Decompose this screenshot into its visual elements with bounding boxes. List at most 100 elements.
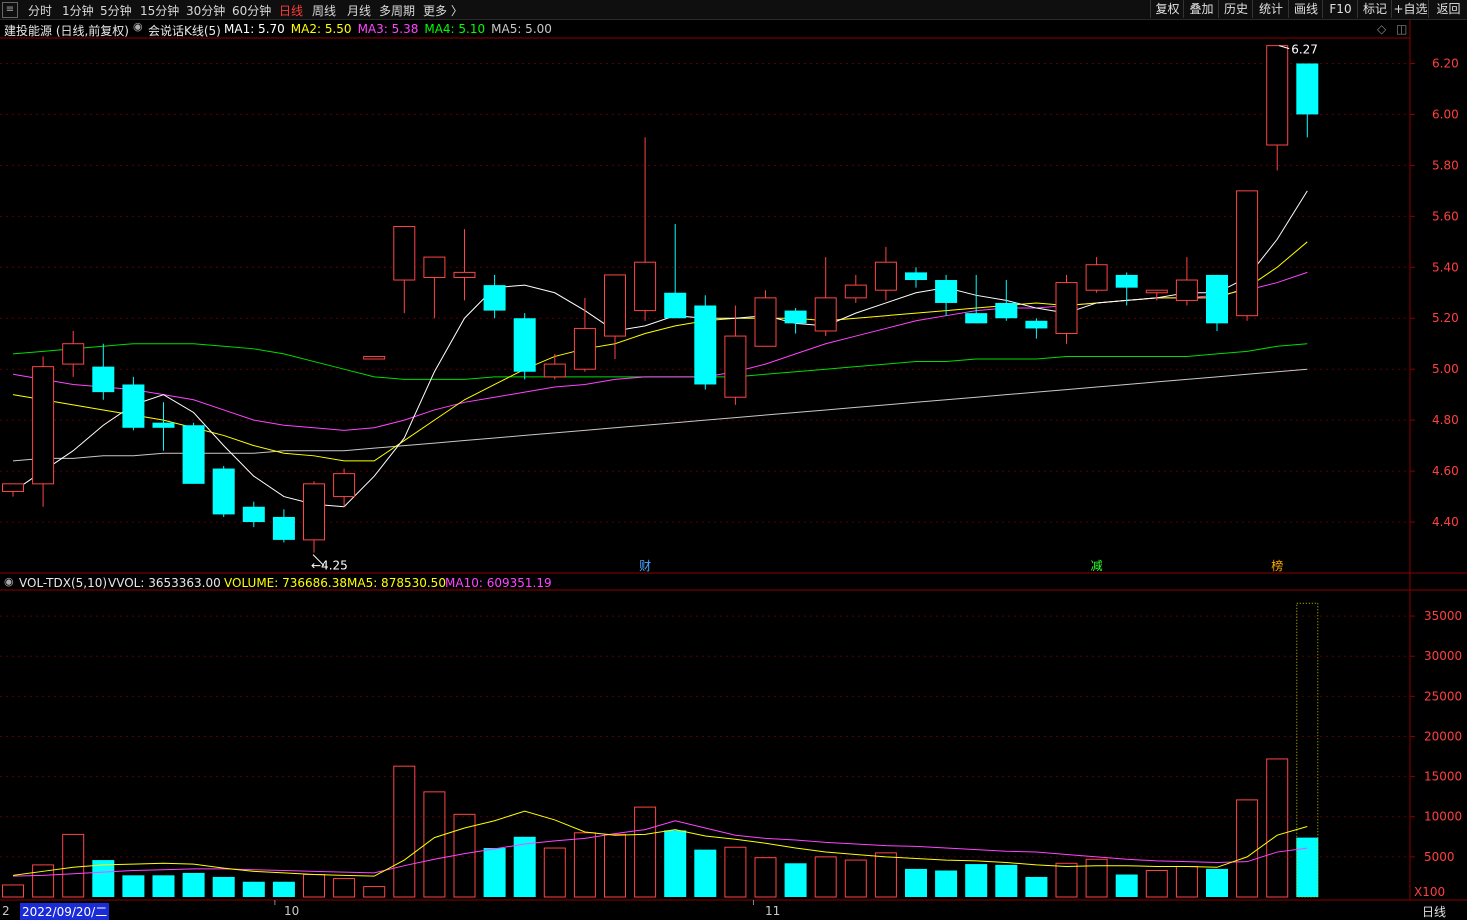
candle-body	[1145, 289, 1168, 294]
candle-body	[152, 422, 175, 428]
volume-bar	[844, 859, 867, 898]
price-tick-label-5: 5.20	[1432, 311, 1459, 325]
volume-bar	[1266, 758, 1289, 898]
price-tick-label-7: 4.80	[1432, 413, 1459, 427]
candle-body	[423, 256, 446, 278]
price-tick-label-0: 6.20	[1432, 56, 1459, 70]
candle-body	[874, 261, 897, 291]
min-price-label: ←4.25	[311, 559, 348, 573]
volume-bar	[453, 813, 476, 898]
kline-chart[interactable]: 6.20 6.00 5.80 5.60 5.40 5.20 5.00 4.80 4.60 4.40…	[0, 0, 1467, 919]
candle-body	[844, 284, 867, 299]
volume-bar	[333, 878, 356, 898]
volume-bar	[814, 856, 837, 898]
volume-bar	[784, 863, 807, 897]
status-period[interactable]: 日线	[1422, 903, 1446, 920]
volume-bar	[363, 886, 386, 898]
volume-bar	[1236, 799, 1259, 898]
candle-body	[272, 516, 295, 540]
candle-body	[634, 261, 657, 312]
candle-body	[1206, 274, 1228, 324]
candle-body	[122, 384, 145, 428]
volume-bar	[634, 806, 657, 898]
volume-bar	[393, 765, 416, 898]
candle-body	[242, 506, 265, 523]
date-axis-nov: 11	[765, 904, 781, 918]
volume-bar	[122, 875, 145, 897]
date-axis-start: 2022/09/20/二	[20, 903, 110, 920]
candle-body	[333, 473, 356, 498]
ma3-line	[12, 271, 1308, 431]
candle-body	[1055, 282, 1078, 335]
volume-bar	[754, 857, 777, 898]
vol-tick-label-1: 30000	[1424, 649, 1462, 663]
candle-body	[573, 327, 596, 370]
volume-bar	[423, 791, 446, 898]
date-axis-first: 2	[2, 904, 10, 918]
volume-bar	[1085, 858, 1108, 898]
volume-bar	[1025, 876, 1048, 897]
candle-body	[965, 313, 988, 324]
candle-body	[212, 468, 235, 515]
volume-bar	[935, 870, 958, 897]
candle-body	[1085, 264, 1108, 291]
candle-body	[1025, 320, 1048, 329]
volume-bar	[242, 881, 265, 897]
volume-bar	[1145, 870, 1168, 898]
price-tick-label-9: 4.40	[1432, 515, 1459, 529]
volume-bar	[1175, 866, 1198, 898]
volume-bar	[483, 848, 506, 897]
volume-bar	[995, 864, 1018, 897]
volume-bar	[62, 833, 85, 898]
candle-body	[1296, 63, 1319, 115]
volume-bar	[1055, 862, 1078, 898]
candle-body	[483, 285, 506, 311]
price-tick-label-4: 5.40	[1432, 260, 1459, 274]
volume-bar	[694, 849, 717, 897]
volume-bar	[272, 881, 295, 897]
candle-body	[664, 292, 687, 319]
ma4-line	[12, 343, 1308, 380]
candle-body	[1236, 190, 1259, 317]
volume-bar	[724, 846, 747, 898]
candle-body	[604, 274, 626, 337]
event-marker-2: 榜	[1271, 558, 1283, 573]
volume-bar	[32, 864, 55, 898]
vol-tick-label-5: 10000	[1424, 810, 1462, 824]
candle-body	[905, 272, 927, 281]
volume-bar	[303, 874, 325, 898]
vol-ma5-line	[12, 810, 1308, 877]
volume-bar	[604, 833, 626, 898]
price-tick-label-6: 5.00	[1432, 362, 1459, 376]
volume-bar	[1296, 837, 1319, 897]
price-tick-label-1: 6.00	[1432, 107, 1459, 121]
event-marker-0: 财	[639, 559, 651, 573]
candle-body	[784, 310, 807, 324]
volume-bar	[573, 832, 596, 898]
candle-body	[754, 297, 777, 347]
candle-body	[1266, 45, 1289, 146]
candle-body	[92, 366, 115, 393]
vol-tick-label-2: 25000	[1424, 689, 1462, 703]
candle-body	[303, 483, 325, 541]
volume-bar	[212, 876, 235, 897]
volume-bar	[905, 868, 927, 897]
event-marker-1: 减	[1091, 559, 1103, 573]
vol-tick-label-0: 35000	[1424, 609, 1462, 623]
candle-body	[1115, 274, 1138, 288]
volume-bar	[513, 836, 536, 897]
candle-body	[393, 226, 416, 281]
candle-body	[1175, 279, 1198, 301]
vol-ma10-line	[12, 820, 1308, 877]
volume-bar	[1206, 868, 1228, 897]
date-axis-oct: 10	[284, 904, 300, 918]
max-price-label: 6.27	[1291, 43, 1318, 57]
candle-body	[363, 355, 386, 360]
candle-body	[724, 335, 747, 398]
price-tick-label-2: 5.80	[1432, 158, 1459, 172]
volume-bar	[182, 872, 205, 897]
vol-tick-label-4: 15000	[1424, 770, 1462, 784]
candle-body	[32, 366, 55, 485]
vol-tick-label-3: 20000	[1424, 729, 1462, 743]
volume-bar	[874, 852, 897, 898]
